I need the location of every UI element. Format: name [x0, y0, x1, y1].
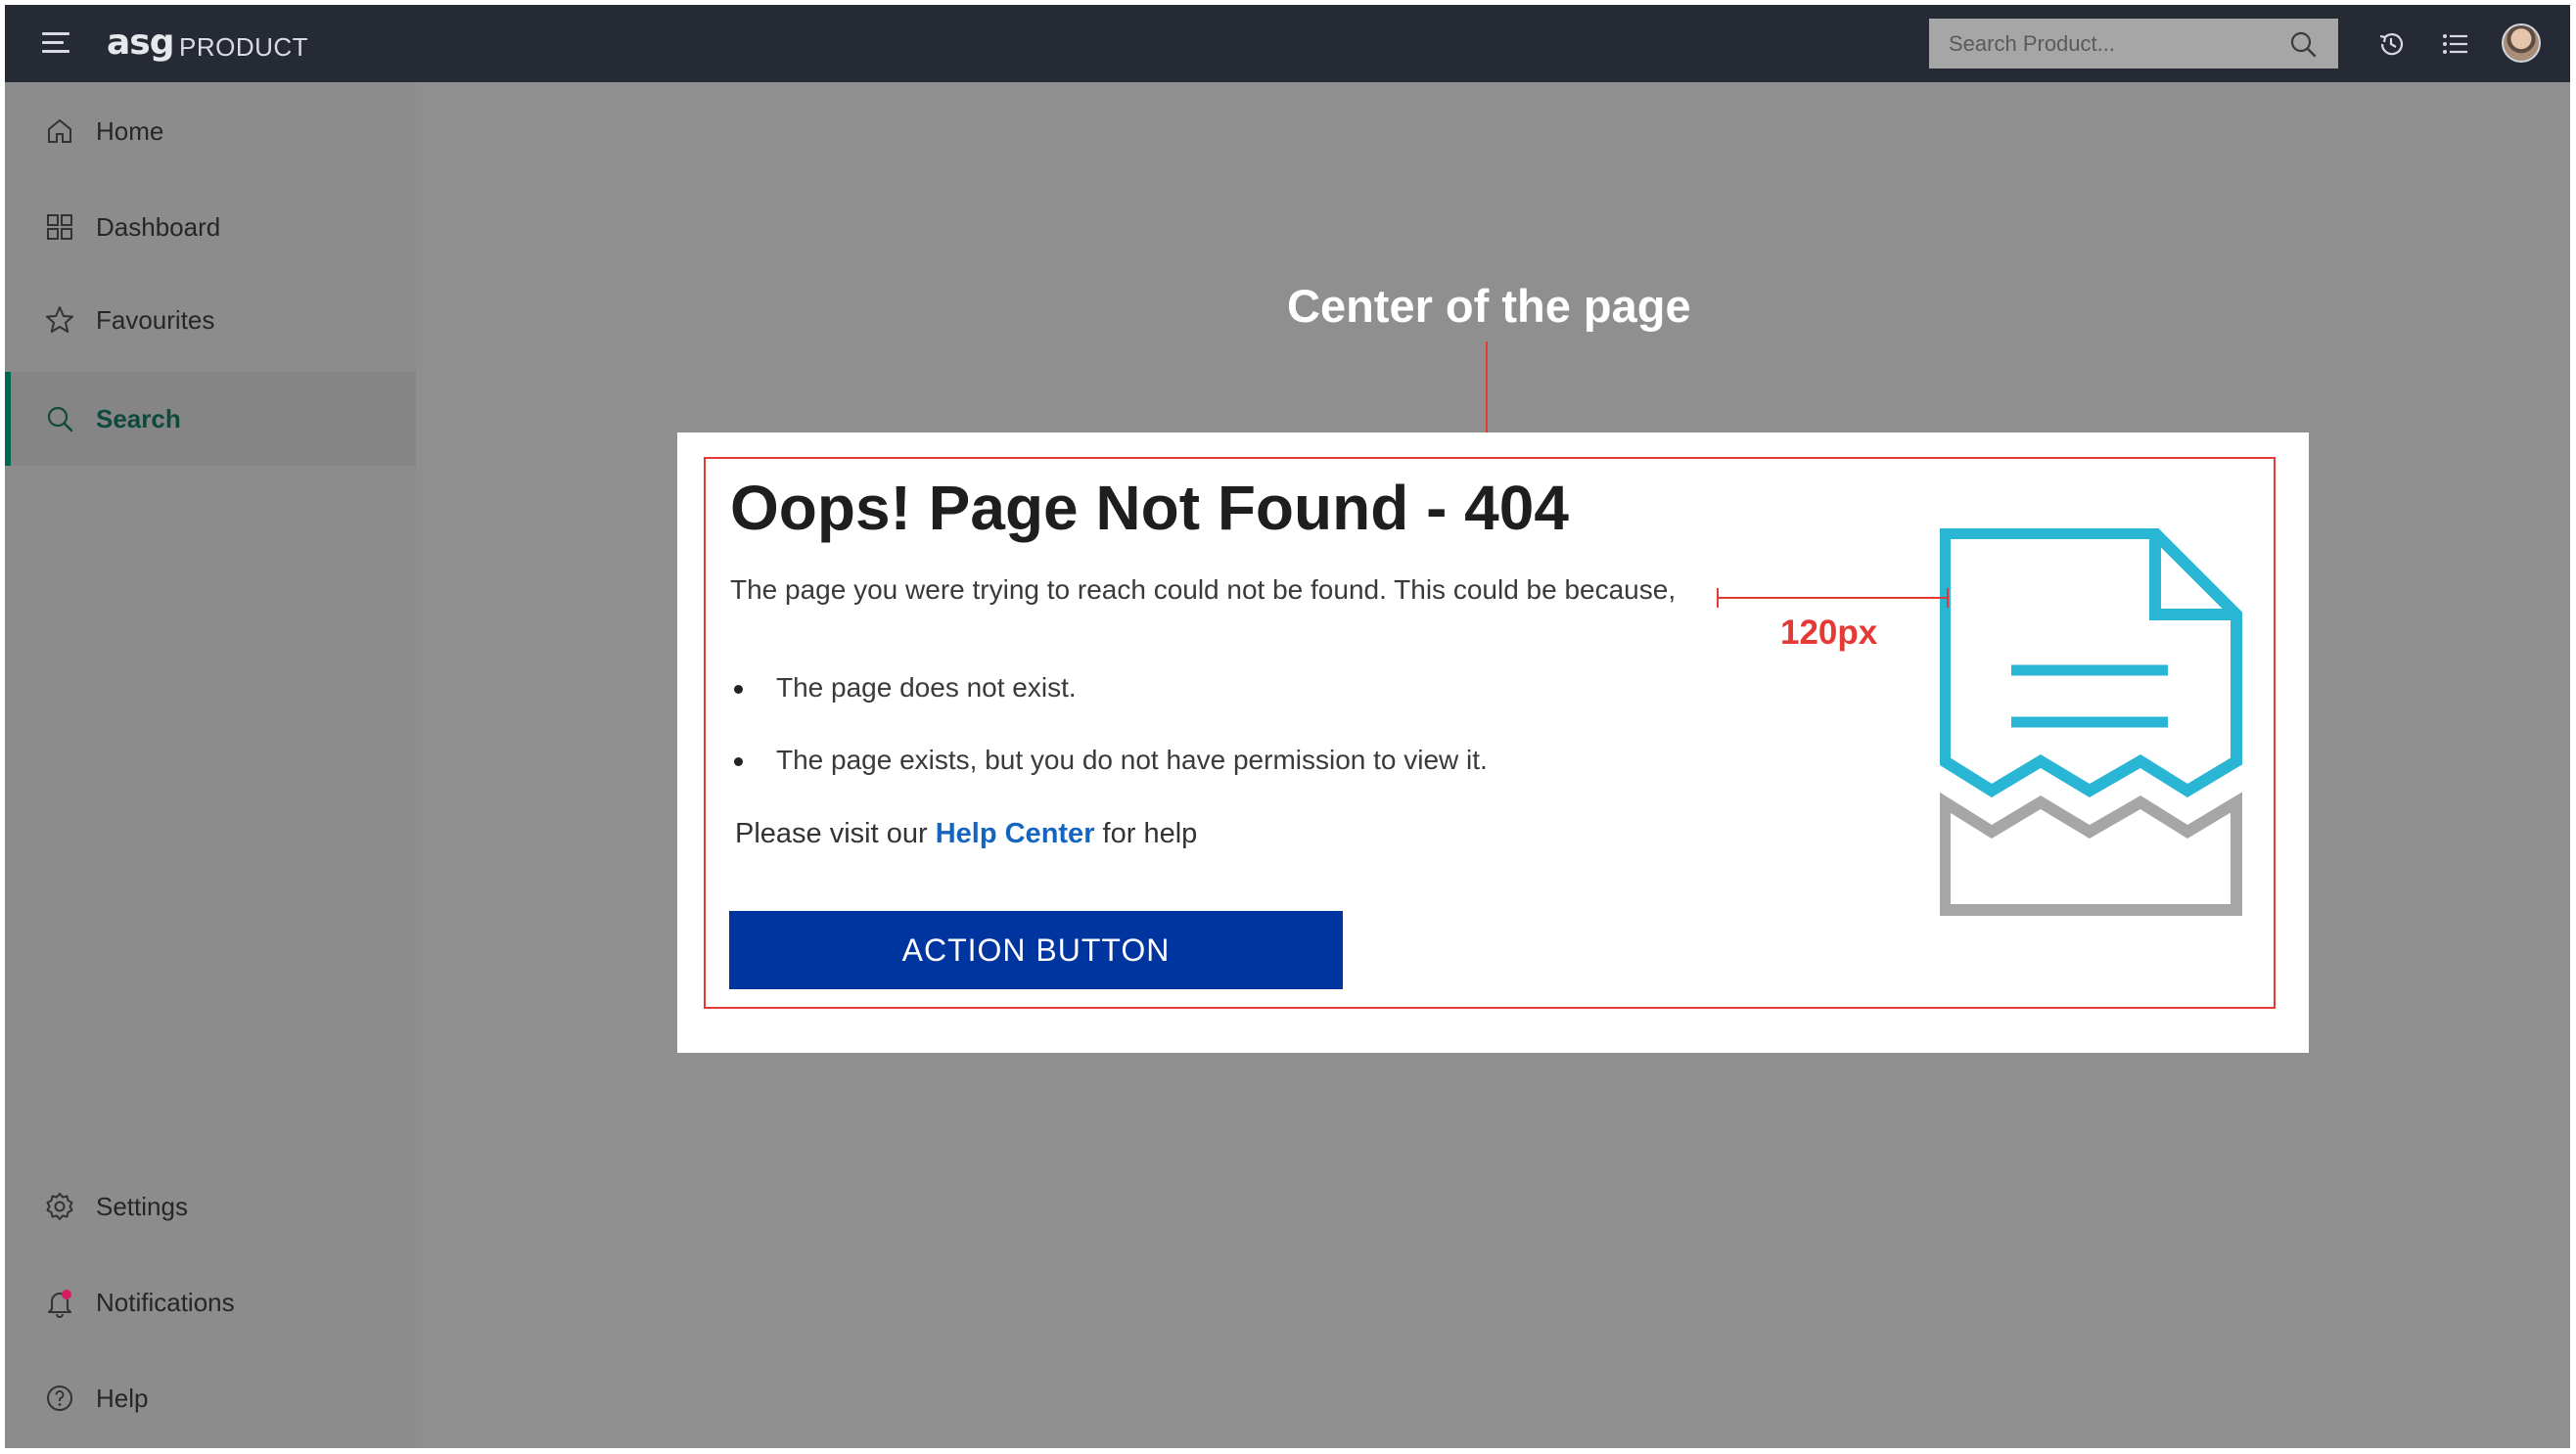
spacing-annotation-label: 120px: [1780, 613, 1878, 652]
sidebar-item-notifications[interactable]: Notifications: [5, 1255, 416, 1349]
error-description: The page you were trying to reach could …: [730, 574, 1677, 605]
spacing-annotation-tick: [1717, 588, 1719, 608]
sidebar: Home Dashboard Favourites Search Setting…: [5, 82, 416, 1448]
search-icon[interactable]: [2289, 30, 2317, 58]
gear-icon: [46, 1193, 73, 1220]
logo: asg: [107, 23, 174, 63]
app-window: asg PRODUCT Home Dashboard Favo: [5, 5, 2570, 1448]
page-title: Oops! Page Not Found - 404: [730, 473, 1569, 543]
sidebar-item-label: Notifications: [96, 1287, 235, 1317]
action-button[interactable]: ACTION BUTTON: [729, 911, 1343, 989]
dashboard-icon: [47, 214, 72, 240]
search-input[interactable]: [1929, 19, 2281, 68]
history-icon[interactable]: [2375, 28, 2407, 60]
reason-item: The page does not exist.: [734, 672, 1077, 703]
sidebar-item-home[interactable]: Home: [5, 84, 416, 178]
list-icon[interactable]: [2440, 28, 2471, 60]
sidebar-item-help[interactable]: Help: [5, 1351, 416, 1445]
center-annotation-label: Center of the page: [1287, 280, 1691, 332]
sidebar-item-settings[interactable]: Settings: [5, 1159, 416, 1253]
help-center-link[interactable]: Help Center: [936, 818, 1095, 849]
sidebar-item-search[interactable]: Search: [5, 372, 416, 466]
spacing-annotation-line: [1718, 597, 1948, 599]
sidebar-item-label: Favourites: [96, 304, 215, 335]
product-name: PRODUCT: [179, 32, 309, 62]
torn-document-illustration: [1940, 528, 2242, 916]
star-icon: [46, 306, 73, 333]
sidebar-item-favourites[interactable]: Favourites: [5, 273, 416, 367]
sidebar-item-label: Search: [96, 403, 181, 433]
spacing-annotation-tick: [1947, 588, 1949, 608]
reason-item: The page exists, but you do not have per…: [734, 745, 1488, 775]
error-card: Oops! Page Not Found - 404 The page you …: [677, 432, 2309, 1053]
help-prefix: Please visit our: [735, 818, 928, 849]
sidebar-item-label: Dashboard: [96, 211, 221, 242]
help-text: Please visit our Help Center for help: [735, 818, 1197, 850]
sidebar-item-dashboard[interactable]: Dashboard: [5, 180, 416, 274]
sidebar-item-label: Home: [96, 115, 164, 146]
bell-icon: [48, 1290, 71, 1318]
active-indicator: [5, 372, 11, 466]
search-bar: [1929, 19, 2338, 68]
avatar[interactable]: [2502, 23, 2541, 63]
home-icon: [48, 118, 71, 143]
help-icon: [47, 1386, 72, 1411]
search-icon: [47, 406, 73, 432]
sidebar-item-label: Settings: [96, 1191, 188, 1221]
help-suffix: for help: [1102, 818, 1198, 849]
menu-icon[interactable]: [42, 32, 69, 54]
sidebar-item-label: Help: [96, 1383, 149, 1413]
top-bar: asg PRODUCT: [5, 5, 2570, 82]
